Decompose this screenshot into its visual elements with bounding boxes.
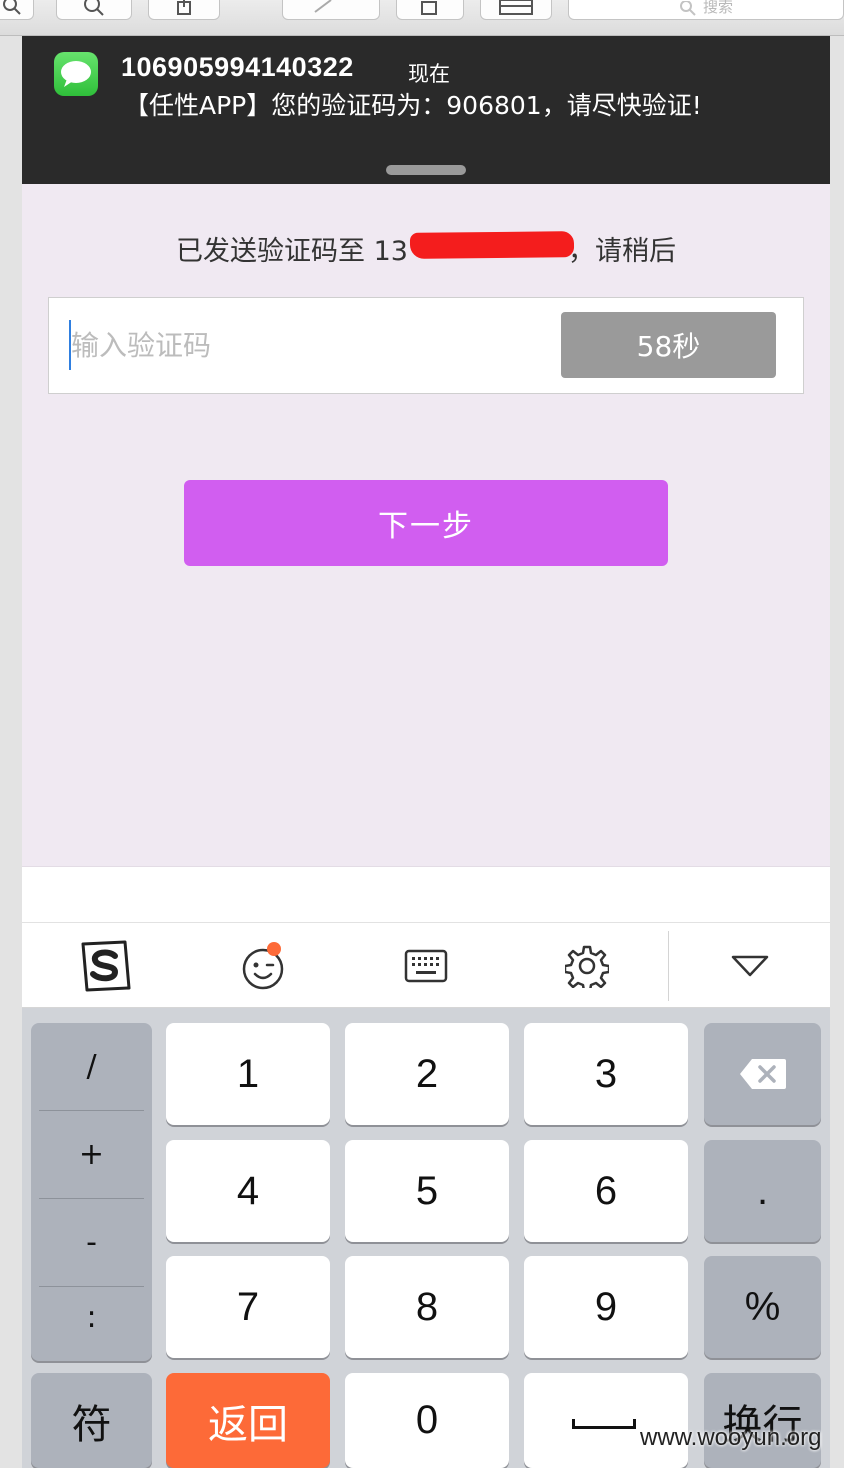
markup-button[interactable]	[282, 0, 380, 20]
sidebar-button[interactable]	[0, 0, 34, 20]
pen-icon	[314, 0, 332, 13]
notification-time: 现在	[408, 62, 450, 86]
host-search-field[interactable]: 搜索	[568, 0, 844, 20]
numeric-keyboard: / + - : 1 2 3 4 5 6 . 7 8 9 % 符 返回 0 换行	[22, 1008, 830, 1468]
share-button[interactable]	[148, 0, 220, 20]
sms-notification-banner[interactable]: 106905994140322 现在 【任性APP】您的验证码为：906801，…	[22, 36, 830, 184]
collapse-keyboard-button[interactable]	[670, 923, 830, 1009]
keyboard-toolbar	[22, 922, 830, 1008]
rotate-icon	[421, 1, 437, 15]
host-toolbar: 搜索	[0, 0, 844, 36]
emoji-button[interactable]	[185, 923, 345, 1009]
key-minus[interactable]: -	[39, 1199, 144, 1286]
phone-number-redaction	[409, 231, 575, 259]
keyboard-icon	[404, 949, 448, 983]
key-2[interactable]: 2	[345, 1023, 509, 1125]
key-plus[interactable]: +	[39, 1111, 144, 1198]
messages-app-icon	[54, 52, 98, 96]
toolbar-divider	[668, 931, 669, 1001]
share-icon	[177, 0, 191, 15]
host-search-placeholder: 搜索	[702, 0, 733, 16]
sogou-logo-button[interactable]	[24, 923, 184, 1009]
zoom-button[interactable]	[56, 0, 132, 20]
key-0[interactable]: 0	[345, 1373, 509, 1468]
candidate-bar	[22, 866, 830, 922]
emoji-icon	[242, 942, 284, 990]
notification-drag-handle[interactable]	[386, 165, 466, 175]
backspace-icon	[739, 1059, 786, 1089]
toolbox-button[interactable]	[480, 0, 552, 20]
key-dot[interactable]: .	[704, 1140, 821, 1242]
watermark: www.wooyun.org	[640, 1424, 822, 1451]
key-6[interactable]: 6	[524, 1140, 688, 1242]
phone-screen: 106905994140322 现在 【任性APP】您的验证码为：906801，…	[22, 36, 830, 1468]
key-7[interactable]: 7	[166, 1256, 330, 1358]
rotate-button[interactable]	[396, 0, 464, 20]
settings-gear-icon	[565, 945, 609, 988]
key-5[interactable]: 5	[345, 1140, 509, 1242]
key-8[interactable]: 8	[345, 1256, 509, 1358]
space-icon	[572, 1419, 636, 1429]
verification-code-row: 58秒	[48, 297, 804, 394]
keyboard-switch-button[interactable]	[346, 923, 506, 1009]
key-slash[interactable]: /	[39, 1023, 144, 1110]
key-colon[interactable]: :	[39, 1274, 144, 1361]
code-sent-suffix: ，请稍后	[567, 236, 676, 267]
newline-key[interactable]: 换行	[704, 1373, 821, 1468]
verification-code-input[interactable]	[69, 320, 539, 370]
symbol-column: / + - :	[31, 1023, 152, 1361]
resend-countdown-button[interactable]: 58秒	[561, 312, 776, 378]
code-sent-prefix: 已发送验证码至 13	[176, 236, 408, 267]
toolbox-icon	[499, 0, 533, 15]
settings-button[interactable]	[507, 923, 667, 1009]
notification-sender: 106905994140322	[121, 52, 354, 82]
sogou-logo-icon	[81, 940, 131, 992]
space-key[interactable]	[524, 1373, 688, 1468]
key-percent[interactable]: %	[704, 1256, 821, 1358]
symbol-key[interactable]: 符	[31, 1373, 152, 1468]
backspace-key[interactable]	[704, 1023, 821, 1125]
key-4[interactable]: 4	[166, 1140, 330, 1242]
key-9[interactable]: 9	[524, 1256, 688, 1358]
key-1[interactable]: 1	[166, 1023, 330, 1125]
collapse-triangle-icon	[731, 955, 769, 977]
next-step-button[interactable]: 下一步	[184, 480, 668, 566]
key-3[interactable]: 3	[524, 1023, 688, 1125]
notification-body: 【任性APP】您的验证码为：906801，请尽快验证!	[124, 91, 702, 120]
search-icon	[679, 1, 696, 16]
magnifier-icon	[3, 0, 21, 15]
zoom-icon	[84, 0, 104, 16]
back-key[interactable]: 返回	[166, 1373, 330, 1468]
